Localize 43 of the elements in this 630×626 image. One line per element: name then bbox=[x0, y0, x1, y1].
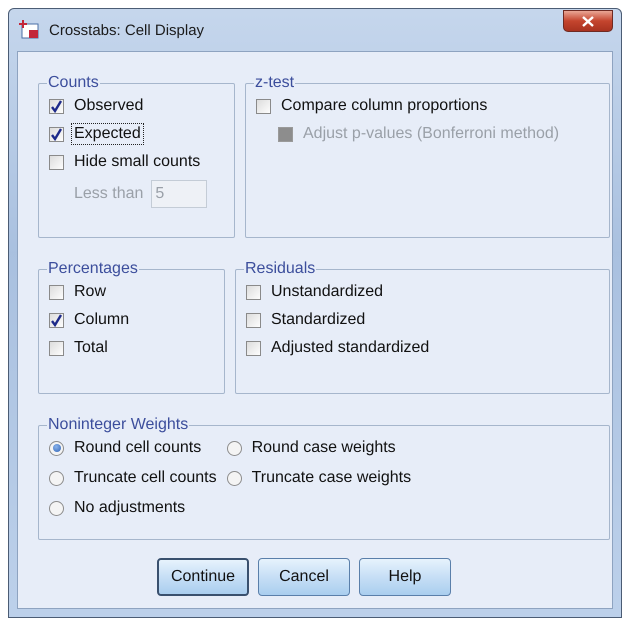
option-label[interactable]: Total bbox=[72, 338, 110, 358]
close-button[interactable] bbox=[563, 10, 613, 32]
group-title: Percentages bbox=[47, 260, 139, 278]
option-label[interactable]: Round cell counts bbox=[72, 438, 204, 458]
option-label[interactable]: Truncate cell counts bbox=[72, 468, 219, 488]
option-label[interactable]: Column bbox=[72, 310, 132, 330]
checkbox[interactable] bbox=[256, 98, 271, 114]
radio-button[interactable] bbox=[49, 440, 64, 456]
option-label[interactable]: Round case weights bbox=[250, 438, 398, 458]
radio-button[interactable] bbox=[226, 470, 242, 486]
option-label[interactable]: Compare column proportions bbox=[279, 96, 490, 116]
option-label[interactable]: Adjusted standardized bbox=[269, 338, 432, 358]
radio-button[interactable] bbox=[49, 470, 64, 486]
option-label[interactable]: Standardized bbox=[269, 310, 368, 330]
dialog-button[interactable]: Help bbox=[359, 558, 451, 596]
radio-button[interactable] bbox=[49, 500, 64, 516]
option-label[interactable]: Expected bbox=[72, 124, 143, 144]
window-title: Crosstabs: Cell Display bbox=[49, 22, 206, 38]
checkbox[interactable] bbox=[246, 312, 261, 328]
checkbox[interactable] bbox=[49, 284, 64, 300]
dialog-button[interactable]: Cancel bbox=[258, 558, 350, 596]
option-label[interactable]: Hide small counts bbox=[72, 152, 202, 172]
group-title: z-test bbox=[254, 74, 296, 92]
group-title: Residuals bbox=[244, 260, 316, 278]
field-label: Less than bbox=[74, 185, 144, 203]
checkbox[interactable] bbox=[246, 340, 261, 356]
checkbox[interactable] bbox=[49, 126, 64, 142]
group-title: Noninteger Weights bbox=[47, 416, 190, 434]
option-label[interactable]: Unstandardized bbox=[269, 282, 386, 302]
crosstab-icon bbox=[19, 19, 41, 41]
option-label[interactable]: Truncate case weights bbox=[250, 468, 414, 488]
checkbox[interactable] bbox=[49, 312, 64, 328]
radio-button[interactable] bbox=[226, 440, 242, 456]
option-label[interactable]: Observed bbox=[72, 96, 146, 116]
dialog-button[interactable]: Continue bbox=[157, 558, 249, 596]
checkbox[interactable] bbox=[49, 154, 64, 170]
checkbox[interactable] bbox=[49, 98, 64, 114]
checkbox[interactable] bbox=[49, 340, 64, 356]
option-label[interactable]: Row bbox=[72, 282, 108, 302]
group-title: Counts bbox=[47, 74, 100, 92]
option-label[interactable]: No adjustments bbox=[72, 498, 188, 518]
checkbox[interactable] bbox=[246, 284, 261, 300]
close-icon bbox=[582, 16, 594, 26]
